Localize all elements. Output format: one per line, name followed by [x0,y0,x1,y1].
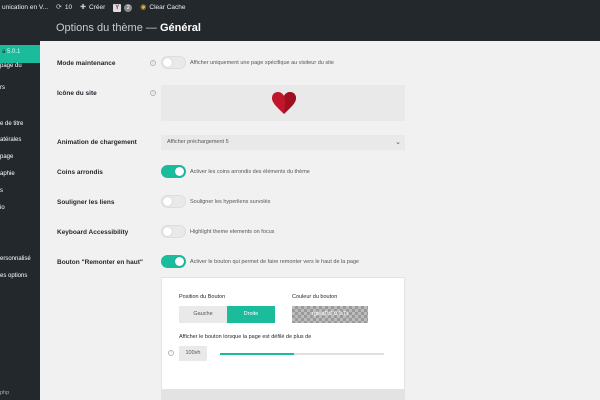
sidebar-item-options[interactable]: es options [0,273,27,279]
clear-cache-link[interactable]: ◉ Clear Cache [140,4,185,11]
button-color-picker[interactable]: rgba(0,0,0,0.1) [292,306,368,323]
button-color-label: Couleur du bouton [292,294,338,300]
toggle-knob [163,197,172,206]
rounded-corners-toggle[interactable] [161,165,186,178]
sidebar-footer-text: php [0,390,10,396]
scroll-threshold-input[interactable]: 100vh [179,346,207,361]
sidebar-brand: a 5.0.1 [2,49,21,55]
back-to-top-desc: Activer le bouton qui permet de faire re… [190,259,360,265]
plus-icon: ✚ [80,4,87,11]
admin-sidebar: a 5.0.1 page du rs e de titre atérales p… [0,15,40,400]
sidebar-item-pages[interactable]: page [0,154,13,160]
sidebar-item-custom[interactable]: ersonnalisé [0,256,31,262]
maintenance-label: Mode maintenance [57,60,116,67]
sidebar-item-page[interactable]: page du [0,63,22,69]
keyboard-accessibility-toggle[interactable] [161,225,186,238]
loading-animation-select[interactable]: Afficher préchargement 5 ⌄ [161,135,405,150]
underline-links-label: Souligner les liens [57,199,115,206]
theme-version: 5.0.1 [7,49,21,55]
sidebar-item-lateral[interactable]: atérales [0,137,21,143]
keyboard-accessibility-desc: Highlight theme elements on focus [190,229,275,235]
scroll-threshold-label: Afficher le bouton lorsque la page est d… [179,334,312,340]
back-to-top-options: Position du Bouton Gauche Droite Couleur… [161,277,405,390]
help-circle-icon[interactable]: ? [150,90,156,96]
underline-links-toggle[interactable] [161,195,186,208]
cache-icon: ◉ [140,4,147,11]
maintenance-desc: Afficher uniquement une page spécifique … [190,60,334,66]
rounded-corners-label: Coins arrondis [57,169,103,176]
new-label: Créer [89,4,106,11]
refresh-icon: ⟳ [56,4,62,11]
new-content-link[interactable]: ✚ Créer [80,4,105,11]
loading-animation-label: Animation de chargement [57,139,137,146]
clear-cache-label: Clear Cache [149,4,186,11]
underline-links-desc: Souligner les hyperliens survolés [190,199,271,205]
options-header: Options du thème — Général [40,15,600,41]
rounded-corners-desc: Activer les coins arrondis des éléments … [190,169,310,175]
sidebar-item-s[interactable]: s [0,188,3,194]
toggle-knob [175,257,184,266]
site-name: unication en V... [2,4,49,11]
position-left-button[interactable]: Gauche [179,306,227,323]
keyboard-accessibility-label: Keyboard Accessibility [57,229,129,236]
page-title-section: Général [159,22,201,34]
yoast-link[interactable]: Y 2 [113,3,133,12]
site-icon-label: Icône du site [57,90,97,97]
site-icon-upload[interactable] [161,85,405,121]
slider-fill [220,353,294,355]
scroll-threshold-slider[interactable] [220,353,384,355]
toggle-knob [163,227,172,236]
chevron-down-icon: ⌄ [395,139,401,146]
sidebar-item-io[interactable]: io [0,205,5,211]
loading-animation-value: Afficher préchargement 5 [167,139,229,145]
page-title: Options du thème — Général [56,22,201,34]
back-to-top-label: Bouton "Remonter en haut" [57,259,143,266]
sidebar-item-rs[interactable]: rs [0,85,5,91]
yoast-icon: Y [113,3,122,12]
position-right-button[interactable]: Droite [227,306,275,323]
notifications-badge: 2 [124,3,133,12]
heart-icon [272,92,296,114]
help-circle-icon[interactable]: ? [168,350,174,356]
sidebar-item-title[interactable]: e de titre [0,121,23,127]
site-name-link[interactable]: unication en V... [0,4,48,11]
toggle-knob [163,58,172,67]
admin-bar: unication en V... ⟳ 10 ✚ Créer Y 2 ◉ Cle… [0,0,600,15]
back-to-top-toggle[interactable] [161,255,186,268]
updates-link[interactable]: ⟳ 10 [56,4,72,11]
updates-count: 10 [64,4,73,11]
settings-panel: Mode maintenance ? Afficher uniquement u… [40,41,600,400]
maintenance-toggle[interactable] [161,56,186,69]
help-circle-icon[interactable]: ? [150,60,156,66]
button-position-label: Position du Bouton [179,294,226,300]
sidebar-item-typography[interactable]: aphie [0,171,15,177]
toggle-knob [175,167,184,176]
next-setting-strip [161,390,405,400]
